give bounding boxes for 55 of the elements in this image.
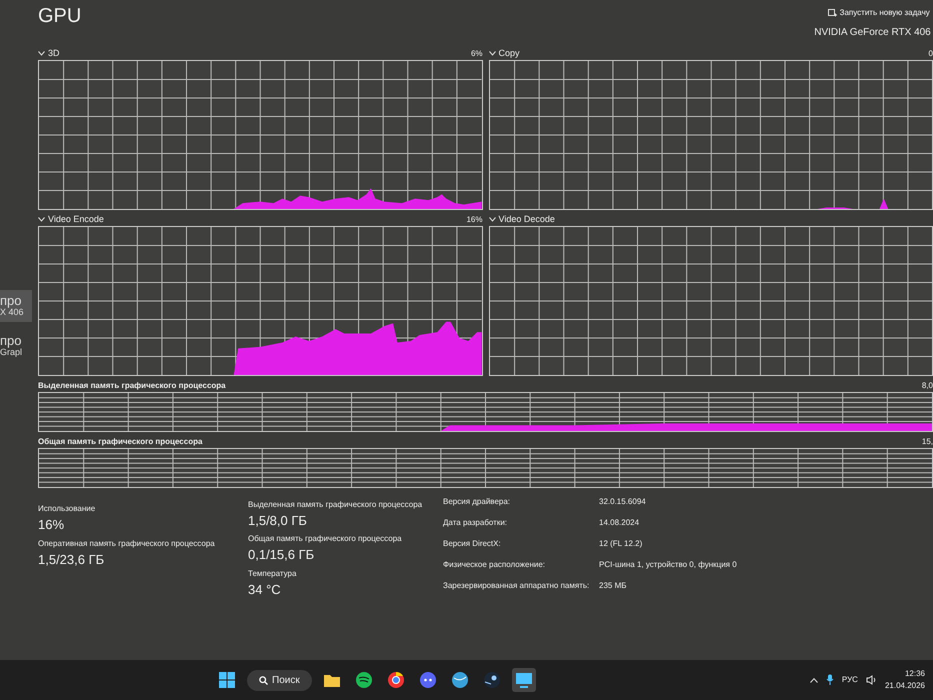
graph-value: 16% [466,214,482,226]
graph-value: 15, [922,436,933,448]
stat-label: Использование [38,503,96,515]
search-icon [259,676,268,684]
stat-value: 1,5/8,0 ГБ [248,512,308,530]
stat-value: 1,5/23,6 ГБ [38,550,106,568]
sidebar-item[interactable]: про Grapl [0,330,32,362]
detail-label: Физическое расположение: [443,558,546,571]
stat-value: 16% [38,516,66,534]
detail-label: Дата разработки: [443,516,508,529]
stat-value: 0,1/15,6 ГБ [248,546,316,564]
detail-value: 14.08.2024 [599,516,640,529]
detail-value: 235 МБ [599,580,628,592]
search-text: Поиск [272,674,300,688]
stat-label: Выделенная память графического процессора [248,498,424,510]
detail-value: 12 (FL 12.2) [599,538,644,550]
stat-label: Оперативная память графического процессора [38,538,216,550]
chevron-icon [38,217,45,222]
task-icon [828,8,838,18]
clock-time: 12:36 [904,668,925,680]
taskbar-app[interactable] [512,668,536,692]
page-title: GPU [38,6,82,26]
graph-title: Общая память графического процессора [38,436,202,448]
clock-date: 21.04.2026 [884,680,925,692]
search-field[interactable]: Поиск [247,670,312,690]
stat-label: Температура [248,568,298,580]
device-name: NVIDIA GeForce RTX 406 [814,26,931,40]
stat-value: 34 °C [248,580,282,598]
graph-title: 3D [48,46,60,60]
detail-value: PCI-шина 1, устройство 0, функция 0 [599,558,738,571]
chevron-icon [488,51,496,56]
browser-icon [386,670,406,690]
graph-title: Выделенная память графического процессора [38,380,226,392]
chat-icon [418,670,438,690]
chevron-icon [488,217,496,222]
music-icon [354,670,374,690]
chevron-icon [810,678,818,682]
graph-value: 8,0 [922,380,933,392]
graph-value: 0 [928,48,933,60]
detail-label: Версия DirectX: [443,538,502,550]
graph-value: 6% [470,48,482,60]
monitor-icon [514,670,534,690]
graph-title: Video Encode [48,212,104,226]
graph-title: Video Decode [498,212,555,226]
detail-label: Зарезервированная аппаратно память: [443,580,590,592]
language-indicator[interactable]: РУС [842,674,858,686]
sidebar-item[interactable]: про X 406 [0,290,32,322]
chevron-icon [38,51,45,56]
graph-title: Copy [498,46,520,60]
detail-value: 32.0.15.6094 [599,496,647,508]
new-task-button[interactable]: Запустить новую задачу [827,6,931,20]
detail-label: Версия драйвера: [443,496,512,508]
stat-label: Общая память графического процессора [248,533,403,545]
speaker-icon [866,674,877,686]
microphone-icon [826,674,834,686]
